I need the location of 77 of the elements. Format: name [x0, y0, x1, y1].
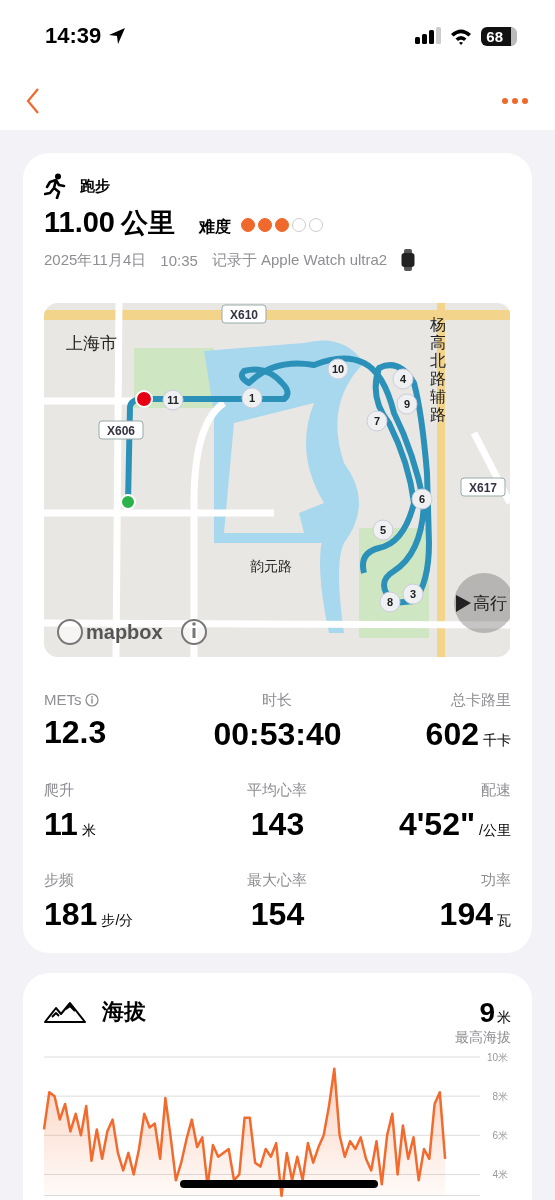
route-marker: 7	[366, 410, 388, 432]
route-marker: 9	[396, 393, 418, 415]
workout-time: 10:35	[160, 251, 198, 269]
stat-unit: 步/分	[101, 912, 134, 930]
wifi-icon	[450, 27, 473, 45]
stat-label: 最大心率	[247, 871, 308, 890]
stat-value: 194	[439, 896, 493, 933]
play-icon[interactable]	[456, 595, 471, 612]
start-marker	[120, 494, 136, 510]
workout-date: 2025年11月4日	[44, 250, 147, 270]
stat-value: 4'52"	[398, 806, 476, 843]
map-attribution: mapbox	[86, 621, 163, 643]
max-elevation-label: 最高海拔	[455, 1029, 511, 1047]
place-label: 上海市	[66, 333, 117, 353]
stat-label: 爬升	[44, 781, 74, 800]
route-marker: 1	[241, 387, 263, 409]
difficulty-dot	[275, 218, 289, 232]
road-sign: X606	[98, 420, 144, 440]
distance-value: 11.00	[44, 206, 115, 239]
road-sign: X610	[221, 304, 267, 324]
road-sign: X617	[460, 477, 506, 497]
y-tick-label: 4米	[492, 1169, 508, 1181]
route-marker: 10	[327, 358, 349, 380]
mountains-icon	[44, 1001, 86, 1023]
route-marker: 4	[392, 368, 414, 390]
workout-type: 跑步	[80, 176, 110, 196]
max-elevation-value: 9	[479, 997, 495, 1028]
info-icon[interactable]	[181, 619, 207, 645]
stat-label: 配速	[481, 781, 511, 800]
stat-value: 181	[44, 896, 98, 933]
stat-value: 154	[250, 896, 305, 933]
stat-label: 步频	[44, 871, 74, 890]
mapbox-logo-icon	[57, 619, 83, 645]
difficulty-dot	[241, 218, 255, 232]
difficulty-dot	[258, 218, 272, 232]
max-elevation-unit: 米	[497, 1009, 511, 1025]
running-person-icon	[44, 173, 66, 199]
status-time: 14:39	[45, 23, 102, 49]
route-marker: 3	[402, 583, 424, 605]
info-icon[interactable]	[84, 692, 99, 707]
workout-source: 记录于 Apple Watch ultra2	[211, 250, 388, 270]
signal-icon	[415, 27, 442, 45]
road-label: 杨高北路辅路	[430, 315, 446, 424]
stat-unit: 米	[81, 822, 96, 840]
y-tick-label: 6米	[492, 1130, 508, 1142]
difficulty-label: 难度	[199, 217, 231, 237]
route-map[interactable]: 11 1 10 4 9 7 6 5 3 8 上海市 X610 X606 X617 杨高北路辅路 韵元路 高行 mapbox	[44, 303, 511, 657]
watch-icon	[401, 249, 416, 271]
stat-value: 602	[425, 716, 479, 753]
route-marker: 5	[372, 519, 394, 541]
stat-value: 11	[44, 806, 78, 843]
distance-unit: 公里	[121, 207, 175, 240]
location-arrow-icon	[108, 27, 127, 45]
stat-label: 时长	[262, 691, 293, 710]
stat-value: 00:53:40	[213, 716, 342, 753]
route-marker: 8	[379, 591, 401, 613]
stat-value: 12.3	[44, 714, 107, 751]
stat-label: METs	[44, 691, 82, 708]
more-icon[interactable]	[501, 97, 529, 105]
road-label: 韵元路	[250, 558, 292, 574]
stat-label: 平均心率	[247, 781, 308, 800]
play-button[interactable]	[454, 573, 510, 633]
y-tick-label: 8米	[492, 1091, 508, 1103]
stat-value: 143	[250, 806, 305, 843]
stat-unit: 瓦	[497, 912, 511, 930]
place-label: 高行	[473, 593, 507, 613]
route-marker: 11	[162, 389, 184, 411]
stat-label: 总卡路里	[451, 691, 511, 710]
stat-label: 功率	[481, 871, 511, 890]
battery-indicator: 68	[481, 26, 517, 46]
elevation-title: 海拔	[102, 998, 146, 1026]
back-icon[interactable]	[26, 88, 40, 114]
stat-unit: /公里	[479, 822, 511, 840]
route-marker: 6	[411, 488, 433, 510]
end-marker	[135, 390, 153, 408]
stat-unit: 千卡	[483, 732, 511, 750]
y-tick-label: 10米	[486, 1052, 508, 1063]
